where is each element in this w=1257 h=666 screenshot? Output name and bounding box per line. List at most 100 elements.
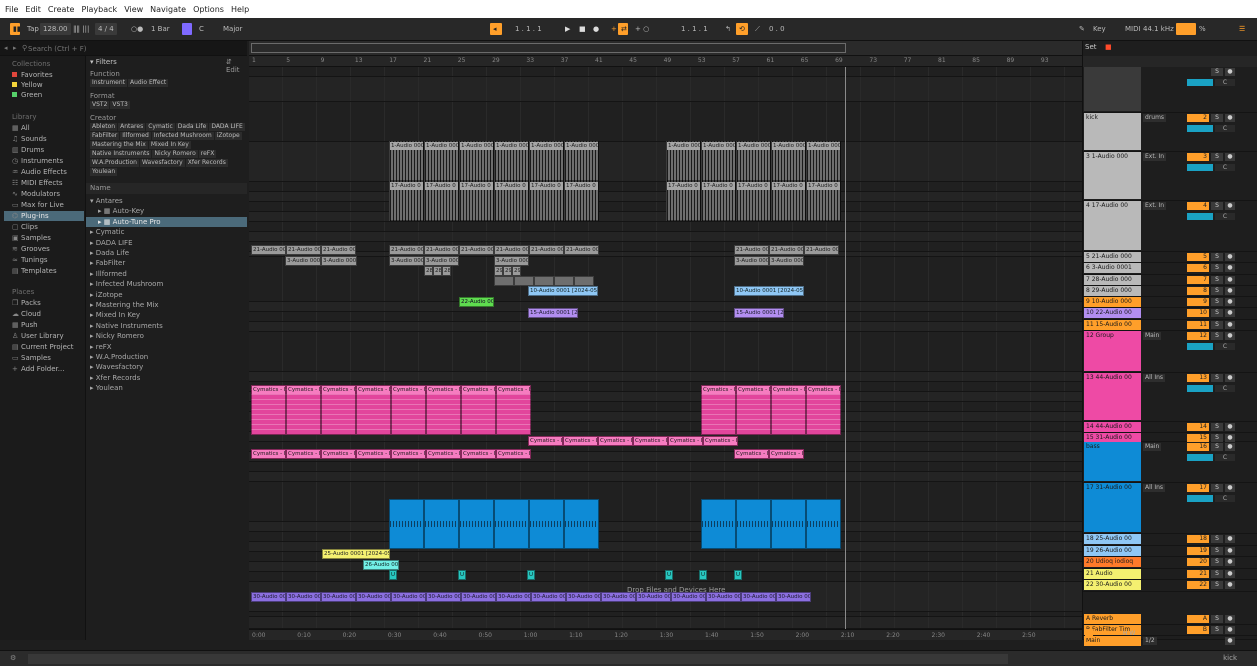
capture-icon[interactable]: + ○ — [632, 23, 652, 35]
solo-button[interactable]: S — [1211, 68, 1223, 76]
clip[interactable]: 30-Audio 00 — [496, 592, 531, 602]
place-current-project[interactable]: ▤ Current Project — [4, 342, 84, 352]
track-activator-button[interactable]: 22 — [1187, 581, 1209, 589]
solo-button[interactable]: S — [1211, 558, 1223, 566]
solo-button[interactable]: S — [1211, 484, 1223, 492]
clip[interactable]: U — [389, 570, 397, 580]
track-title-bar[interactable]: 8 29-Audio 000 — [1084, 286, 1141, 296]
clip[interactable] — [459, 499, 494, 549]
creator-tag[interactable]: Native Instruments — [90, 150, 152, 158]
clip[interactable]: Cymatics - Essential MID — [528, 436, 563, 446]
sidebar-item-max-for-live[interactable]: ▭ Max for Live — [4, 200, 84, 210]
clip[interactable]: Cymatics - Essential MID — [321, 449, 356, 459]
menu-edit[interactable]: Edit — [25, 5, 41, 14]
volume-fader[interactable] — [1187, 213, 1213, 220]
clip[interactable]: 29 — [512, 266, 521, 276]
arm-record-icon[interactable]: ● — [1225, 443, 1235, 451]
track-lane[interactable] — [249, 372, 1082, 382]
clip[interactable]: 30-Audio 00 — [776, 592, 811, 602]
place-add-folder-[interactable]: + Add Folder... — [4, 364, 84, 374]
sidebar-item-samples[interactable]: ▣ Samples — [4, 233, 84, 243]
track-activator-button[interactable]: B — [1187, 626, 1209, 634]
volume-fader[interactable] — [1187, 495, 1213, 502]
track-input-select[interactable]: All Ins — [1143, 374, 1166, 382]
track-title-bar[interactable]: 9 10-Audio 000 — [1084, 297, 1141, 307]
clip[interactable]: 21-Audio 00 — [564, 245, 599, 255]
volume-fader[interactable] — [1187, 385, 1213, 392]
solo-button[interactable]: S — [1211, 309, 1223, 317]
pan-knob[interactable]: C — [1215, 79, 1235, 86]
track-title-bar[interactable]: 12 Group — [1084, 331, 1141, 371]
follow-icon[interactable]: ○● — [128, 23, 146, 35]
clip[interactable]: 22-Audio 00 — [459, 297, 494, 307]
solo-button[interactable]: S — [1211, 434, 1223, 442]
track-lane[interactable] — [249, 77, 1082, 102]
track-activator-button[interactable]: 14 — [1187, 423, 1209, 431]
track-title-bar[interactable] — [1084, 67, 1141, 111]
track-lane[interactable] — [249, 302, 1082, 312]
clip[interactable]: 21-Audio 00 — [321, 245, 356, 255]
mixer-track-row[interactable]: 9 10-Audio 000 9 S ● — [1083, 297, 1257, 308]
clip[interactable]: 17-Audio 0 — [389, 181, 424, 221]
scale-select[interactable]: Major — [220, 23, 245, 35]
clip[interactable]: Cymatics - Essential MID — [563, 436, 598, 446]
loop-length-field[interactable]: 0 . 0 — [766, 23, 788, 35]
place-packs[interactable]: ❒ Packs — [4, 298, 84, 308]
clip[interactable]: Cymatics - Essential MID — [701, 385, 736, 435]
edit-filters-button[interactable]: ⇵ Edit — [226, 58, 247, 74]
arm-record-icon[interactable]: ● — [1225, 535, 1235, 543]
track-activator-button[interactable]: 12 — [1187, 332, 1209, 340]
vendor-folder[interactable]: ▸ Cymatic — [86, 227, 247, 237]
clip[interactable]: 30-Audio 00 — [566, 592, 601, 602]
clip[interactable]: 25-Audio 0001 [2024-05- — [322, 549, 390, 559]
track-lane[interactable] — [249, 482, 1082, 522]
creator-tag[interactable]: FabFilter — [90, 132, 120, 140]
track-title-bar[interactable]: 7 28-Audio 000 — [1084, 275, 1141, 285]
back-icon[interactable]: ◂ — [4, 44, 8, 52]
track-title-bar[interactable]: 17 31-Audio 00 — [1084, 483, 1141, 532]
mixer-track-row[interactable]: 10 22-Audio 00 10 S ● — [1083, 308, 1257, 320]
creator-tag[interactable]: reFX — [198, 150, 217, 158]
track-input-select[interactable]: 1/2 — [1143, 637, 1157, 645]
creator-tag[interactable]: Youlean — [90, 168, 118, 176]
track-title-bar[interactable]: 20 Udioq iodioq — [1084, 557, 1141, 567]
arm-record-icon[interactable]: ● — [1225, 298, 1235, 306]
track-lane[interactable] — [249, 322, 1082, 332]
volume-fader[interactable] — [1187, 343, 1213, 350]
place-samples[interactable]: ▭ Samples — [4, 353, 84, 363]
clip[interactable]: 28 — [442, 266, 451, 276]
clip[interactable]: 30-Audio 00 — [426, 592, 461, 602]
track-activator-button[interactable]: 15 — [1187, 434, 1209, 442]
clip[interactable]: 21-Audio 00 — [389, 245, 424, 255]
loop-switch-icon[interactable]: ⟲ — [736, 23, 748, 35]
track-activator-button[interactable]: 7 — [1187, 276, 1209, 284]
sidebar-item-midi-effects[interactable]: ☷ MIDI Effects — [4, 178, 84, 188]
clip[interactable]: Cymatics - Essential MID — [356, 449, 391, 459]
menu-navigate[interactable]: Navigate — [150, 5, 186, 14]
pan-knob[interactable]: C — [1215, 164, 1235, 171]
mixer-track-row[interactable]: 7 28-Audio 000 7 S ● — [1083, 275, 1257, 286]
clip[interactable]: U — [665, 570, 673, 580]
arm-record-icon[interactable]: ● — [1225, 68, 1235, 76]
track-title-bar[interactable]: 14 44-Audio 00 — [1084, 422, 1141, 432]
clip[interactable]: Cymatics - Essential MID — [703, 436, 738, 446]
clip[interactable]: Cymatics - Essential MID — [251, 449, 286, 459]
track-activator-button[interactable]: 18 — [1187, 535, 1209, 543]
quantize-select[interactable]: 1 Bar — [148, 23, 173, 35]
place-cloud[interactable]: ☁ Cloud — [4, 309, 84, 319]
clip[interactable]: 3-Audio 000 — [424, 256, 459, 266]
track-title-bar[interactable]: 4 17-Audio 00 — [1084, 201, 1141, 250]
clip[interactable]: U — [458, 570, 466, 580]
position-field[interactable]: 1 . 1 . 1 — [512, 23, 545, 35]
clip[interactable] — [771, 499, 806, 549]
track-activator-button[interactable]: 16 — [1187, 443, 1209, 451]
hw-toggle[interactable]: H W — [1123, 630, 1135, 637]
clip[interactable]: 1-Audio 000 — [666, 141, 701, 181]
arm-record-icon[interactable]: ● — [1225, 264, 1235, 272]
track-activator-button[interactable]: 4 — [1187, 202, 1209, 210]
sidebar-item-modulators[interactable]: ∿ Modulators — [4, 189, 84, 199]
clip[interactable] — [564, 499, 599, 549]
clip[interactable]: 3-Audio 000 — [734, 256, 769, 266]
vendor-folder[interactable]: ▾ Antares — [86, 196, 247, 206]
clip[interactable]: Cymatics - Essential MID — [496, 385, 531, 435]
